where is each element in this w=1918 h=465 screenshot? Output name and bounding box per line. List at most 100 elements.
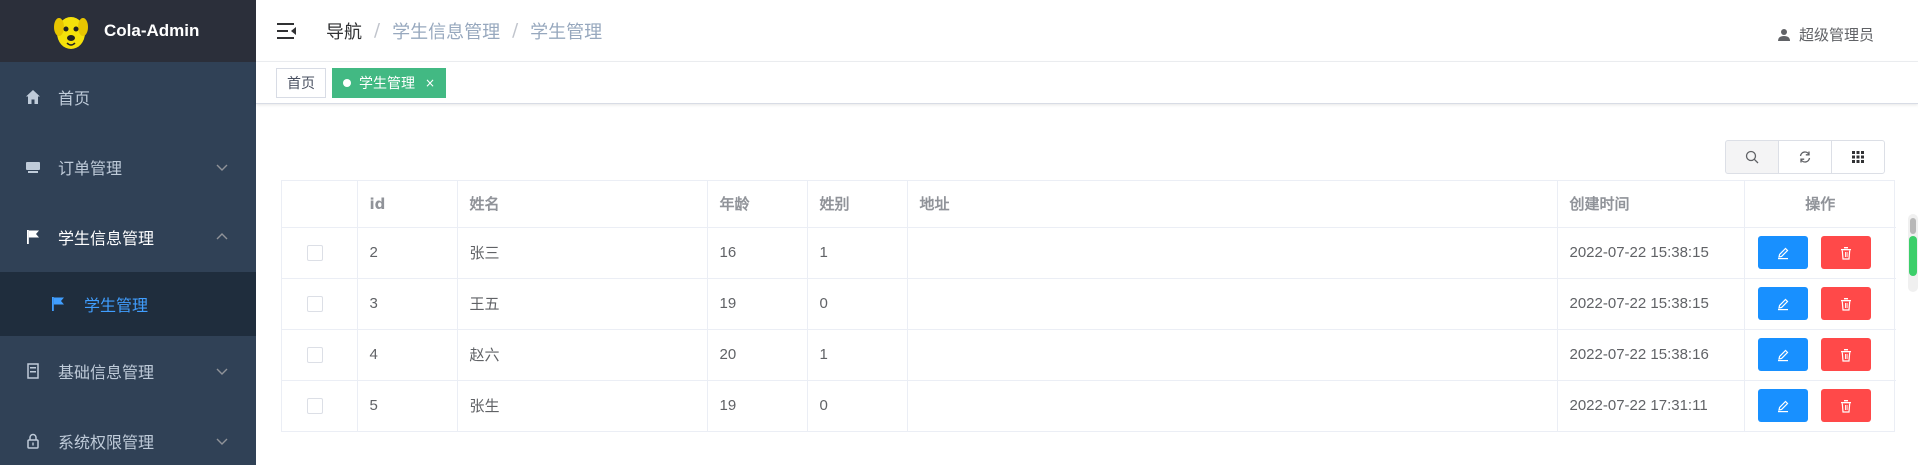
cell-gender: 1 xyxy=(807,329,908,381)
row-select-cell xyxy=(282,278,358,330)
table-row[interactable]: 2 张三 16 1 2022-07-22 15:38:15 xyxy=(282,227,1896,279)
row-select-cell xyxy=(282,380,358,431)
cell-created: 2022-07-22 15:38:15 xyxy=(1557,278,1745,330)
tag-student-manage[interactable]: 学生管理 × xyxy=(332,67,447,98)
row-checkbox[interactable] xyxy=(307,397,323,414)
cell-created: 2022-07-22 15:38:16 xyxy=(1557,329,1745,381)
column-header-select xyxy=(282,181,358,228)
refresh-icon xyxy=(1799,151,1811,163)
sidebar-item-orders[interactable]: 订单管理 xyxy=(0,132,256,202)
cell-id: 4 xyxy=(357,329,458,381)
cell-gender: 0 xyxy=(807,380,908,431)
cell-created: 2022-07-22 17:31:11 xyxy=(1557,380,1745,431)
close-icon[interactable]: × xyxy=(425,76,435,90)
chevron-down-icon xyxy=(216,438,228,445)
column-header-actions: 操作 xyxy=(1744,181,1896,228)
delete-button[interactable] xyxy=(1820,236,1871,269)
cell-name: 赵六 xyxy=(457,329,708,381)
row-checkbox[interactable] xyxy=(307,295,323,312)
user-name: 超级管理员 xyxy=(1798,26,1874,44)
tags-view: 首页 学生管理 × xyxy=(256,62,1918,104)
refresh-button[interactable] xyxy=(1778,140,1832,174)
cell-address xyxy=(907,227,1558,279)
trash-icon xyxy=(1840,399,1851,413)
building-icon xyxy=(24,362,42,380)
table-row[interactable]: 5 张生 19 0 2022-07-22 17:31:11 xyxy=(282,380,1896,431)
edit-button[interactable] xyxy=(1757,338,1808,371)
lock-icon xyxy=(24,432,42,450)
edit-button[interactable] xyxy=(1757,236,1808,269)
edit-icon xyxy=(1777,400,1788,412)
home-icon xyxy=(24,88,42,106)
sidebar-subitem-label: 学生管理 xyxy=(84,296,149,315)
breadcrumb-separator: / xyxy=(374,20,381,41)
sidebar-item-label: 系统权限管理 xyxy=(58,433,155,452)
tag-label: 首页 xyxy=(287,75,315,92)
sidebar-item-permissions[interactable]: 系统权限管理 xyxy=(0,406,256,465)
sidebar-item-home[interactable]: 首页 xyxy=(0,62,256,132)
column-header-address[interactable]: 地址 xyxy=(907,181,1558,228)
user-menu[interactable]: 超级管理员 xyxy=(1777,24,1874,45)
chevron-up-icon xyxy=(216,233,228,240)
column-header-gender[interactable]: 姓别 xyxy=(807,181,908,228)
logo-area[interactable]: Cola-Admin xyxy=(0,0,256,62)
row-checkbox[interactable] xyxy=(307,346,323,363)
sidebar-item-label: 学生信息管理 xyxy=(58,229,155,248)
edit-button[interactable] xyxy=(1757,287,1808,320)
row-checkbox[interactable] xyxy=(307,244,323,261)
chevron-down-icon xyxy=(216,164,228,171)
app-title: Cola-Admin xyxy=(104,21,200,40)
table-header-row: id 姓名 年龄 姓别 地址 创建时间 操作 xyxy=(282,181,1896,228)
breadcrumb-item: 学生管理 xyxy=(530,21,603,43)
row-select-cell xyxy=(282,329,358,381)
column-header-created[interactable]: 创建时间 xyxy=(1557,181,1745,228)
search-toggle-button[interactable] xyxy=(1725,140,1779,174)
column-header-name[interactable]: 姓名 xyxy=(457,181,708,228)
cell-actions xyxy=(1744,380,1896,431)
cell-id: 2 xyxy=(357,227,458,279)
delete-button[interactable] xyxy=(1820,287,1871,320)
cell-id: 5 xyxy=(357,380,458,431)
delete-button[interactable] xyxy=(1820,338,1871,371)
sidebar: Cola-Admin 首页 订单管理 学生信息管理 学生管理 基础信息管理 系统… xyxy=(0,0,256,465)
table-row[interactable]: 3 王五 19 0 2022-07-22 15:38:15 xyxy=(282,278,1896,330)
cell-address xyxy=(907,278,1558,330)
cell-age: 16 xyxy=(707,227,808,279)
user-icon xyxy=(1777,28,1790,41)
cell-name: 王五 xyxy=(457,278,708,330)
scrollbar-track-top xyxy=(1910,218,1916,234)
sidebar-item-label: 订单管理 xyxy=(58,159,123,178)
scrollbar-thumb[interactable] xyxy=(1909,236,1917,276)
cell-age: 19 xyxy=(707,380,808,431)
flag-icon xyxy=(24,228,42,246)
breadcrumb-item[interactable]: 导航 xyxy=(326,18,362,44)
chevron-down-icon xyxy=(216,368,228,375)
table-row[interactable]: 4 赵六 20 1 2022-07-22 15:38:16 xyxy=(282,329,1896,381)
search-icon xyxy=(1745,150,1759,164)
table-toolbar xyxy=(1725,140,1885,174)
column-header-id[interactable]: id xyxy=(357,181,458,228)
sidebar-item-student-info[interactable]: 学生信息管理 xyxy=(0,202,256,272)
page-scrollbar[interactable] xyxy=(1908,214,1918,292)
column-header-age[interactable]: 年龄 xyxy=(707,181,808,228)
sidebar-item-basic-info[interactable]: 基础信息管理 xyxy=(0,336,256,406)
columns-button[interactable] xyxy=(1831,140,1885,174)
tag-home[interactable]: 首页 xyxy=(276,67,326,98)
cell-age: 20 xyxy=(707,329,808,381)
cell-address xyxy=(907,329,1558,381)
active-dot-icon xyxy=(343,78,351,87)
tag-label: 学生管理 xyxy=(359,75,415,92)
breadcrumb-item: 学生信息管理 xyxy=(392,21,501,43)
flag-icon xyxy=(50,295,68,313)
cell-gender: 1 xyxy=(807,227,908,279)
cell-actions xyxy=(1744,278,1896,330)
sidebar-subitem-student-manage[interactable]: 学生管理 xyxy=(0,272,256,336)
student-table: id 姓名 年龄 姓别 地址 创建时间 操作 2 张三 16 1 2022-07-22 … xyxy=(281,180,1896,432)
menu-fold-icon[interactable] xyxy=(276,20,298,42)
edit-button[interactable] xyxy=(1757,389,1808,423)
delete-button[interactable] xyxy=(1820,389,1871,423)
row-select-cell xyxy=(282,227,358,279)
edit-icon xyxy=(1777,247,1788,259)
breadcrumb-separator: / xyxy=(512,20,519,41)
trash-icon xyxy=(1840,297,1851,311)
